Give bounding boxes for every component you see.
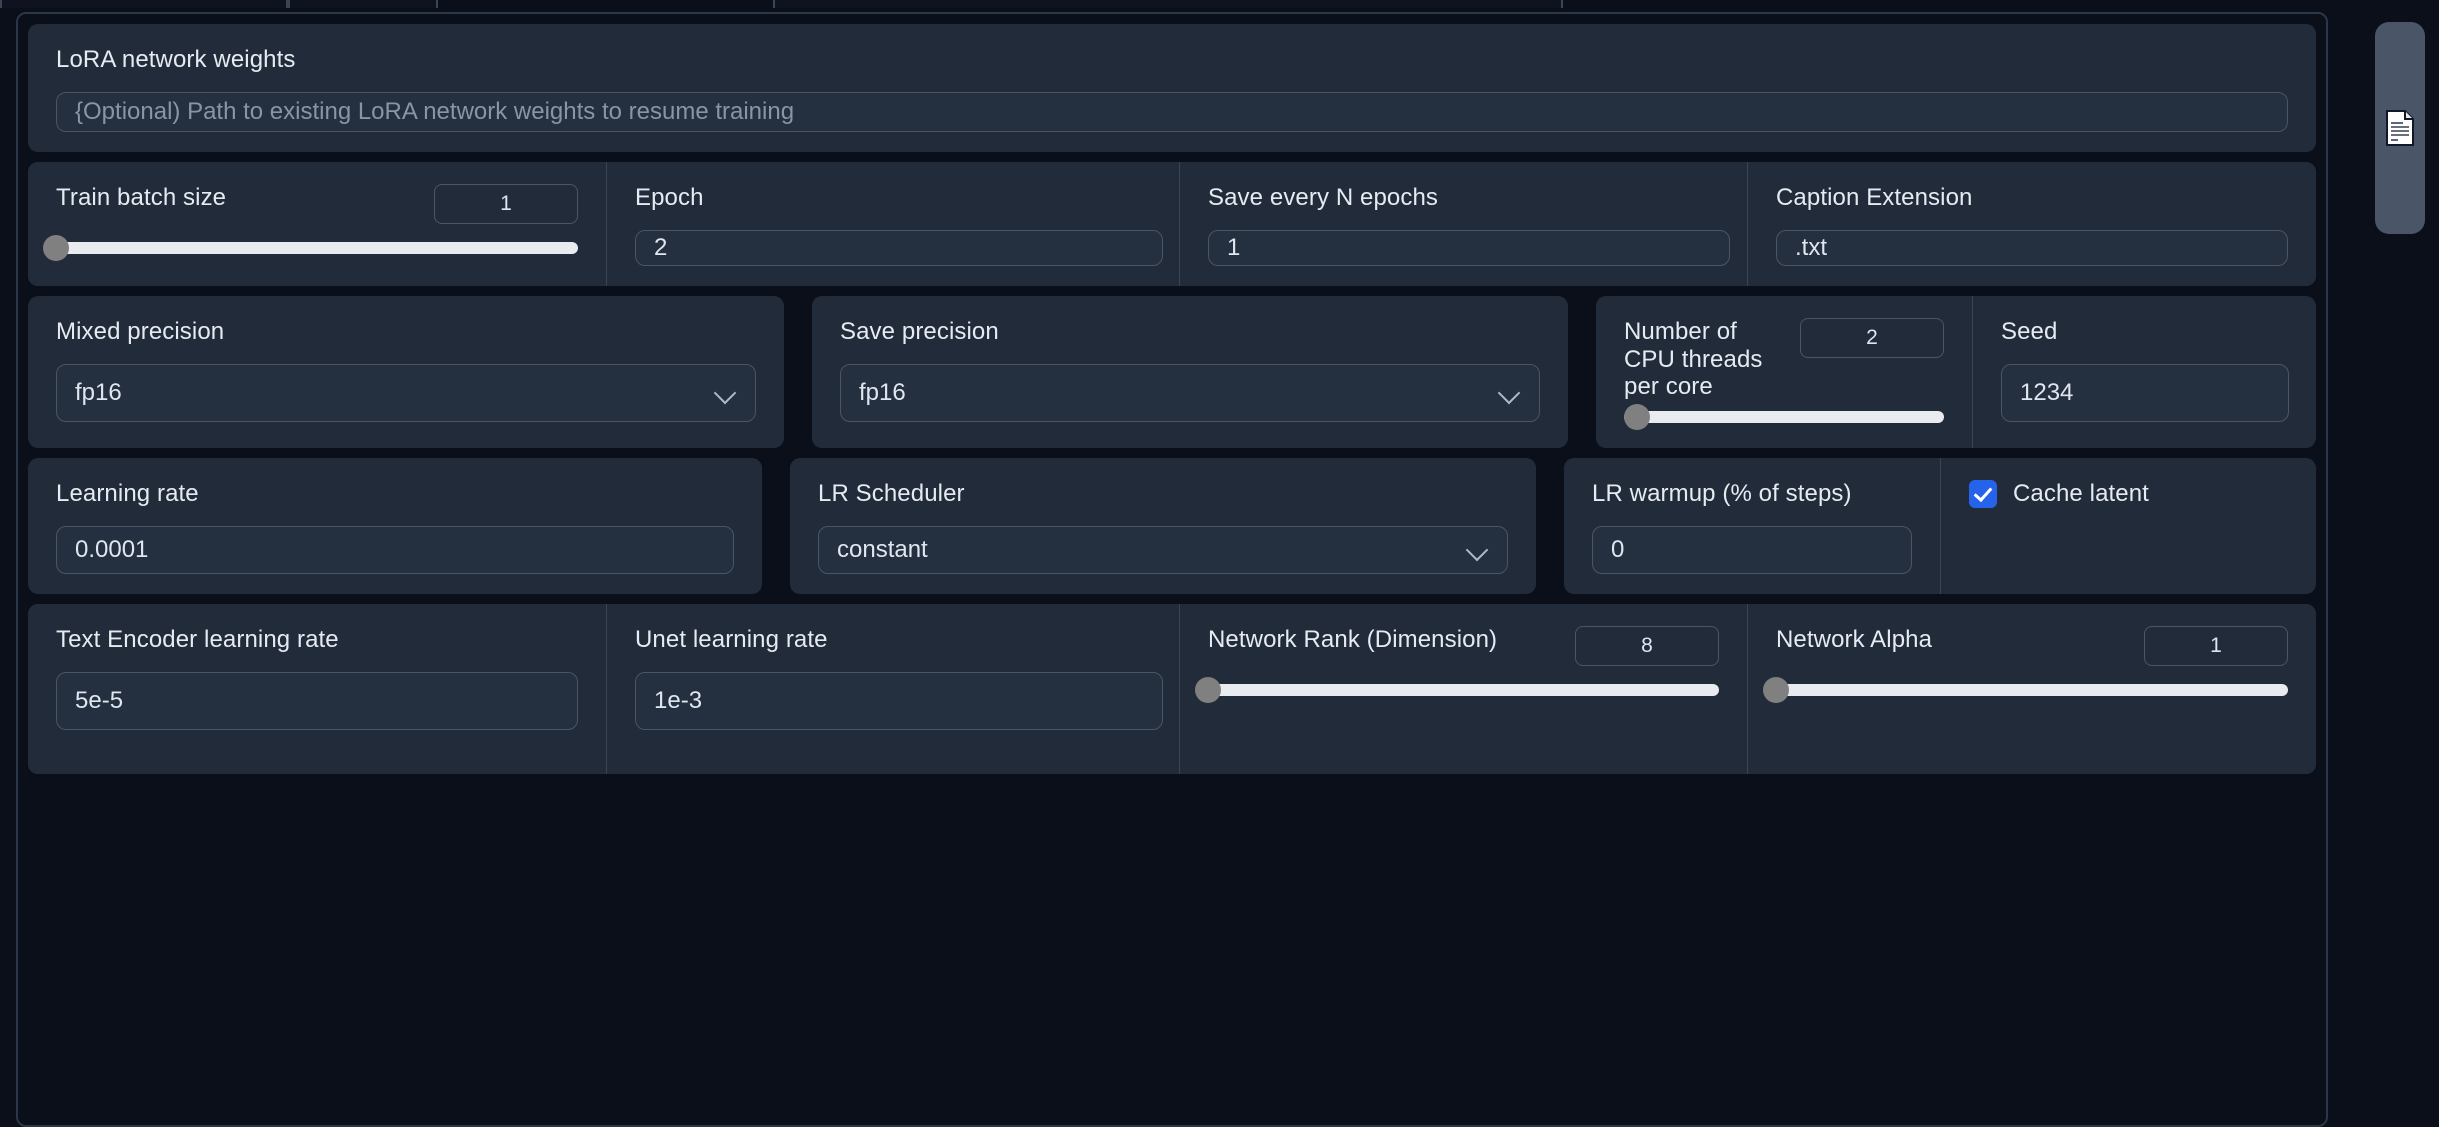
save-every-n-epochs-label: Save every N epochs <box>1208 184 1439 211</box>
tab-stub-2[interactable] <box>288 0 438 8</box>
learning-rate-row: Learning rate 0.0001 LR Scheduler consta… <box>28 458 2316 594</box>
train-batch-size-cell: Train batch size 1 <box>28 162 606 286</box>
train-batch-size-label: Train batch size <box>56 184 227 211</box>
tab-strip <box>0 0 2439 8</box>
document-icon <box>2386 110 2414 146</box>
network-rank-slider[interactable] <box>1195 677 1719 703</box>
save-every-n-epochs-cell: Save every N epochs 1 <box>1179 162 1747 286</box>
cpu-threads-value[interactable]: 2 <box>1800 318 1944 358</box>
lr-warmup-input[interactable]: 0 <box>1592 525 1912 574</box>
epoch-input[interactable]: 2 <box>635 229 1163 266</box>
save-precision-cell: Save precision fp16 <box>812 296 1568 448</box>
network-alpha-head: Network Alpha 1 <box>1776 626 2288 666</box>
save-every-n-epochs-input[interactable]: 1 <box>1208 229 1730 266</box>
cache-latent-checkbox-wrap[interactable]: Cache latent <box>1969 480 2288 508</box>
train-batch-size-head: Train batch size 1 <box>56 184 578 224</box>
cache-latent-checkbox[interactable] <box>1969 480 1997 508</box>
save-precision-label: Save precision <box>840 318 999 345</box>
cpu-threads-knob[interactable] <box>1623 403 1650 430</box>
save-precision-value: fp16 <box>859 378 906 406</box>
unet-lr-cell: Unet learning rate 1e-3 <box>606 604 1179 774</box>
lr-scheduler-label: LR Scheduler <box>818 480 965 507</box>
mixed-precision-label: Mixed precision <box>56 318 225 345</box>
caption-extension-label: Caption Extension <box>1776 184 1973 211</box>
unet-lr-label: Unet learning rate <box>635 626 828 653</box>
network-alpha-value[interactable]: 1 <box>2144 626 2288 666</box>
text-encoder-lr-label: Text Encoder learning rate <box>56 626 339 653</box>
save-precision-dropdown[interactable]: fp16 <box>840 363 1540 422</box>
network-rank-knob[interactable] <box>1195 677 1221 703</box>
epoch-cell: Epoch 2 <box>606 162 1179 286</box>
seed-input[interactable]: 1234 <box>2001 363 2289 422</box>
chevron-down-icon <box>715 382 737 404</box>
lr-warmup-label: LR warmup (% of steps) <box>1592 480 1852 507</box>
basic-params-row: Train batch size 1 Epoch 2 Save every N … <box>28 162 2316 286</box>
learning-rate-cell: Learning rate 0.0001 <box>28 458 762 594</box>
network-row: Text Encoder learning rate 5e-5 Unet lea… <box>28 604 2316 774</box>
network-rank-cell: Network Rank (Dimension) 8 <box>1179 604 1747 774</box>
text-encoder-lr-cell: Text Encoder learning rate 5e-5 <box>28 604 606 774</box>
mixed-precision-cell: Mixed precision fp16 <box>28 296 784 448</box>
epoch-label: Epoch <box>635 184 704 211</box>
train-batch-size-knob[interactable] <box>43 235 69 261</box>
lr-warmup-cell: LR warmup (% of steps) 0 <box>1564 458 1940 594</box>
settings-page: LoRA network weights {Optional) Path to … <box>0 8 2439 1127</box>
cache-latent-label: Cache latent <box>2013 480 2149 508</box>
cpu-threads-label: Number of CPU threads per core <box>1624 318 1763 401</box>
chevron-down-icon <box>1467 539 1489 561</box>
network-alpha-cell: Network Alpha 1 <box>1747 604 2316 774</box>
settings-container: LoRA network weights {Optional) Path to … <box>16 12 2328 1127</box>
lora-weights-label: LoRA network weights <box>56 46 296 73</box>
learning-rate-label: Learning rate <box>56 480 199 507</box>
seed-label: Seed <box>2001 318 2058 345</box>
network-rank-value[interactable]: 8 <box>1575 626 1719 666</box>
text-encoder-lr-input[interactable]: 5e-5 <box>56 671 578 730</box>
cache-latent-cell: Cache latent <box>1940 458 2316 594</box>
lora-weights-row: LoRA network weights {Optional) Path to … <box>28 24 2316 152</box>
seed-cell: Seed 1234 <box>1972 296 2316 448</box>
caption-extension-input[interactable]: .txt <box>1776 229 2288 266</box>
network-alpha-slider[interactable] <box>1763 677 2288 703</box>
lora-weights-input[interactable]: {Optional) Path to existing LoRA network… <box>56 91 2288 132</box>
mixed-precision-value: fp16 <box>75 378 122 406</box>
tab-stub-3[interactable] <box>773 0 1563 8</box>
network-alpha-label: Network Alpha <box>1776 626 1933 653</box>
cpu-threads-head: Number of CPU threads per core 2 <box>1624 318 1944 401</box>
chevron-down-icon <box>1499 382 1521 404</box>
tab-stub-1[interactable] <box>0 0 288 8</box>
precision-row: Mixed precision fp16 Save precision fp16… <box>28 296 2316 448</box>
network-rank-label: Network Rank (Dimension) <box>1208 626 1498 653</box>
cpu-threads-cell: Number of CPU threads per core 2 <box>1596 296 1972 448</box>
mixed-precision-dropdown[interactable]: fp16 <box>56 363 756 422</box>
train-batch-size-slider[interactable] <box>43 235 578 261</box>
lr-scheduler-dropdown[interactable]: constant <box>818 525 1508 574</box>
document-button[interactable] <box>2375 22 2425 234</box>
lr-scheduler-cell: LR Scheduler constant <box>790 458 1536 594</box>
network-rank-head: Network Rank (Dimension) 8 <box>1208 626 1719 666</box>
lora-weights-card: LoRA network weights {Optional) Path to … <box>28 24 2316 152</box>
network-alpha-knob[interactable] <box>1763 677 1789 703</box>
unet-lr-input[interactable]: 1e-3 <box>635 671 1163 730</box>
learning-rate-input[interactable]: 0.0001 <box>56 525 734 574</box>
train-batch-size-value[interactable]: 1 <box>434 184 578 224</box>
cpu-threads-slider[interactable] <box>1623 403 1944 430</box>
caption-extension-cell: Caption Extension .txt <box>1747 162 2316 286</box>
lr-scheduler-value: constant <box>837 535 928 563</box>
